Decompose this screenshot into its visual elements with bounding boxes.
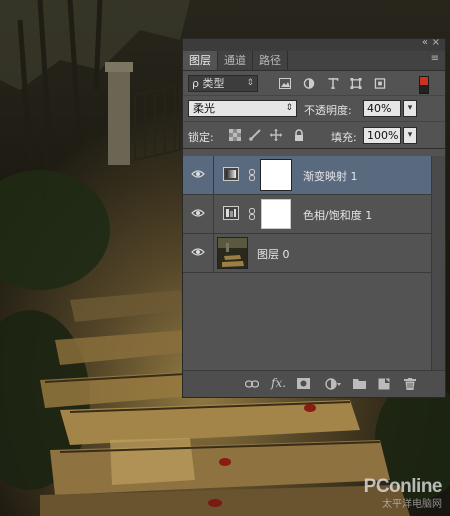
filter-toggle-switch[interactable] [419,76,429,94]
panel-title-strip[interactable]: « × [183,37,445,51]
layer-filter-row: ρ 类型 ⇕ [183,71,445,95]
eye-icon [191,248,205,256]
link-icon[interactable] [245,379,259,389]
layer-mask-thumbnail[interactable] [260,159,292,191]
image-filter-icon[interactable] [279,78,291,89]
trash-icon[interactable] [404,378,416,390]
tab-paths[interactable]: 路径 [253,51,288,70]
layer-row-hue-saturation[interactable]: 色相/饱和度 1 [183,195,432,234]
layers-list: 渐变映射 1 色相/饱和度 1 图层 0 [183,156,432,370]
filter-kind-select[interactable]: ρ 类型 ⇕ [188,75,258,92]
filter-kind-label: 类型 [202,77,225,90]
fx-icon[interactable]: fx. [271,377,286,390]
opacity-label: 不透明度: [304,104,352,117]
chain-link-icon[interactable] [249,208,255,220]
layer-mask-thumbnail[interactable] [261,199,291,229]
layer-name[interactable]: 图层 0 [257,246,290,262]
blend-mode-select[interactable]: 柔光 ⇕ [188,100,297,117]
smart-object-filter-icon[interactable] [374,78,386,89]
layer-name[interactable]: 渐变映射 1 [303,168,358,184]
search-icon: ρ [192,77,199,90]
visibility-toggle[interactable] [183,234,214,272]
watermark: PConline 太平洋电脑网 [364,476,443,510]
layers-scrollbar[interactable] [431,156,445,370]
lock-label: 锁定: [188,131,214,144]
opacity-input[interactable]: 40% [363,100,401,117]
group-folder-icon[interactable] [353,378,366,389]
updown-arrows-icon: ⇕ [285,103,293,113]
tab-layers[interactable]: 图层 [183,51,218,70]
updown-arrows-icon: ⇕ [246,78,254,88]
panel-menu-icon[interactable]: ≡ [431,53,439,64]
close-panel-icon[interactable]: × [432,37,440,48]
panel-footer: fx. [183,370,445,397]
layer-name[interactable]: 色相/饱和度 1 [303,207,372,223]
blend-row: 柔光 ⇕ 不透明度: 40% ▾ [183,95,445,121]
blend-mode-value: 柔光 [193,102,215,115]
gradient-map-adjustment-icon [223,167,239,181]
shape-filter-icon[interactable] [350,78,362,89]
layer-row-gradient-map[interactable]: 渐变映射 1 [183,156,432,195]
fill-input[interactable]: 100% [363,127,401,144]
lock-row: 锁定: 填充: 100% ▾ [183,121,445,149]
lock-transparent-pixels-icon[interactable] [229,129,241,141]
eye-icon [191,209,205,217]
layer-image-thumbnail[interactable] [217,237,248,269]
adjustment-icon[interactable] [325,378,341,390]
hue-saturation-adjustment-icon [223,206,239,220]
chain-link-icon[interactable] [249,169,255,181]
fill-label: 填充: [331,131,357,144]
opacity-dropdown-button[interactable]: ▾ [403,100,417,117]
add-mask-icon[interactable] [297,378,310,389]
visibility-toggle[interactable] [183,195,214,233]
lock-all-icon[interactable] [293,129,305,141]
collapse-panel-icon[interactable]: « [422,37,428,48]
layers-panel: « × 图层 通道 路径 ≡ ρ 类型 ⇕ 柔光 ⇕ 不透明度: 40% ▾ 锁… [182,37,446,398]
layer-row-image[interactable]: 图层 0 [183,234,432,273]
adjustment-filter-icon[interactable] [303,78,315,89]
lock-image-pixels-icon[interactable] [249,129,261,141]
type-filter-icon[interactable] [327,78,339,89]
eye-icon [191,170,205,178]
new-layer-icon[interactable] [378,378,390,390]
panel-tabs: 图层 通道 路径 ≡ [183,51,445,71]
lock-position-icon[interactable] [270,129,282,141]
visibility-toggle[interactable] [183,156,214,194]
fill-dropdown-button[interactable]: ▾ [403,127,417,144]
tab-channels[interactable]: 通道 [218,51,253,70]
